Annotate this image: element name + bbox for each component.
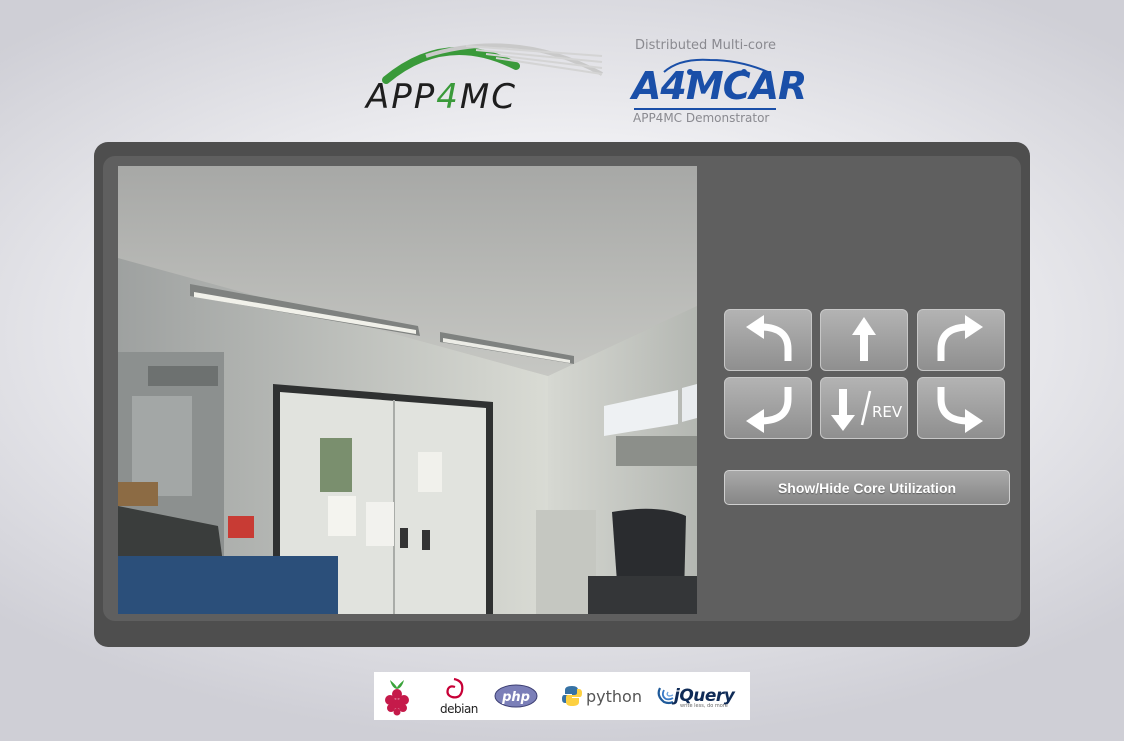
a4mcar-logo: Distributed Multi-core A4MCAR APP4MC Dem…	[630, 36, 807, 128]
reverse-left-icon	[746, 387, 792, 433]
core-utilization-toggle-button[interactable]: Show/Hide Core Utilization	[724, 470, 1010, 505]
backward-button[interactable]: REV	[820, 377, 908, 439]
jquery-logo: jQuery	[656, 672, 735, 720]
a4mcar-tagline: Distributed Multi-core	[635, 38, 777, 53]
turn-left-icon	[746, 315, 792, 361]
python-logo: python	[562, 672, 642, 720]
arrow-down-icon: REV	[831, 389, 903, 431]
python-snakes-icon	[562, 686, 582, 706]
jquery-tagline: write less, do more	[680, 703, 728, 709]
forward-left-button[interactable]	[724, 309, 812, 371]
php-logo: php	[494, 672, 538, 720]
php-oval-icon: php	[494, 684, 538, 708]
a4mcar-wordmark: A4MCAR	[632, 64, 807, 108]
arrow-up-icon	[852, 317, 876, 361]
turn-right-icon	[937, 315, 983, 361]
debian-label: debian	[440, 702, 478, 716]
backward-right-button[interactable]	[917, 377, 1005, 439]
a4mcar-subtitle: APP4MC Demonstrator	[633, 111, 770, 125]
reverse-right-icon	[937, 387, 983, 433]
app4mc-wordmark: APP4MC	[366, 77, 517, 117]
jquery-waves-icon	[657, 687, 674, 705]
forward-button[interactable]	[820, 309, 908, 371]
a4mcar-underline	[634, 108, 776, 110]
forward-right-button[interactable]	[917, 309, 1005, 371]
reverse-label: REV	[872, 403, 903, 421]
debian-swirl-icon	[446, 677, 464, 699]
python-label: python	[586, 686, 642, 706]
app4mc-logo: APP4MC	[366, 36, 606, 116]
raspberry-pi-icon	[385, 680, 409, 716]
backward-left-button[interactable]	[724, 377, 812, 439]
raspberry-pi-logo	[382, 672, 412, 720]
camera-image	[118, 166, 697, 614]
technology-logos: debian php python jQuery write less, do …	[374, 672, 750, 720]
camera-feed	[118, 166, 697, 614]
svg-text:php: php	[501, 690, 530, 705]
